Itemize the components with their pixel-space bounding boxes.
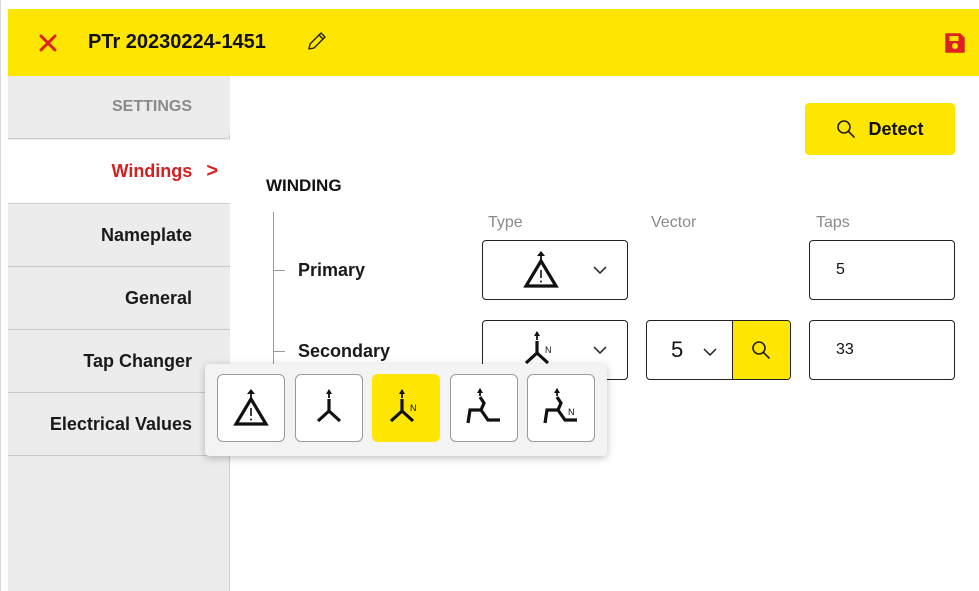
sidebar-item-label: Electrical Values [49,413,192,434]
option-wye[interactable] [295,374,363,442]
primary-type-select[interactable] [482,240,628,300]
option-delta[interactable] [217,374,285,442]
wye-neutral-winding-icon: N [389,389,417,423]
tree-tick [273,351,285,352]
secondary-taps-field[interactable]: 33 [809,320,955,380]
sidebar-item-nameplate[interactable]: Nameplate [8,204,230,267]
vector-search-button[interactable] [731,321,790,379]
primary-taps-field[interactable]: 5 [809,240,955,300]
sidebar-item-label: Windings [111,161,193,181]
sidebar-item-label: General [124,287,192,308]
search-icon [837,120,856,138]
chevron-down-icon [593,346,607,354]
tree-tick [273,270,285,271]
section-title: WINDING [266,176,342,195]
option-zigzag[interactable] [450,374,518,442]
sidebar-item-settings[interactable]: SETTINGS [8,76,230,139]
sidebar-item-label: Nameplate [100,224,192,245]
app-window: PTr 20230224-1451 SETTINGS Windings > Na… [0,0,979,591]
option-zigzag-neutral[interactable]: N [527,374,595,442]
vector-value: 5 [671,337,684,362]
winding-type-popup: N N [205,364,607,456]
save-icon[interactable] [943,31,967,55]
column-header-type: Type [488,214,523,231]
chevron-down-icon [593,266,607,274]
secondary-vector-select[interactable]: 5 [646,320,791,380]
sidebar-item-windings[interactable]: Windings > [8,140,230,204]
sidebar-item-tap-changer[interactable]: Tap Changer [8,330,230,393]
winding-label-primary: Primary [298,260,366,280]
taps-value: 33 [836,341,854,358]
close-icon[interactable] [36,31,60,55]
delta-winding-icon [523,251,559,288]
sidebar-item-label: Tap Changer [83,350,192,371]
option-wye-neutral[interactable]: N [372,374,440,442]
detect-label: Detect [868,118,924,139]
vector-dropdown[interactable]: 5 [647,321,732,379]
winding-label-secondary: Secondary [298,341,391,361]
header-bar: PTr 20230224-1451 [8,9,979,76]
detect-button[interactable]: Detect [805,103,955,155]
sidebar-item-general[interactable]: General [8,267,230,330]
zigzag-neutral-winding-icon: N [543,388,577,424]
taps-value: 5 [836,261,845,278]
sidebar-item-electrical-values[interactable]: Electrical Values [8,393,230,456]
svg-text:N: N [545,345,552,355]
column-header-vector: Vector [651,214,697,231]
page-title: PTr 20230224-1451 [88,31,266,53]
zigzag-winding-icon [466,388,500,424]
neutral-label: N [568,407,575,417]
pencil-icon[interactable] [306,30,328,52]
chevron-right-icon: > [206,160,218,182]
sidebar-item-label: SETTINGS [111,98,192,115]
sidebar: SETTINGS Windings > Nameplate General Ta… [8,76,230,591]
column-header-taps: Taps [816,214,850,231]
neutral-label: N [410,403,417,413]
chevron-down-icon [703,348,717,356]
delta-winding-icon [233,389,269,426]
tree-line [273,212,274,382]
wye-winding-icon [316,389,342,423]
search-icon [752,341,771,359]
